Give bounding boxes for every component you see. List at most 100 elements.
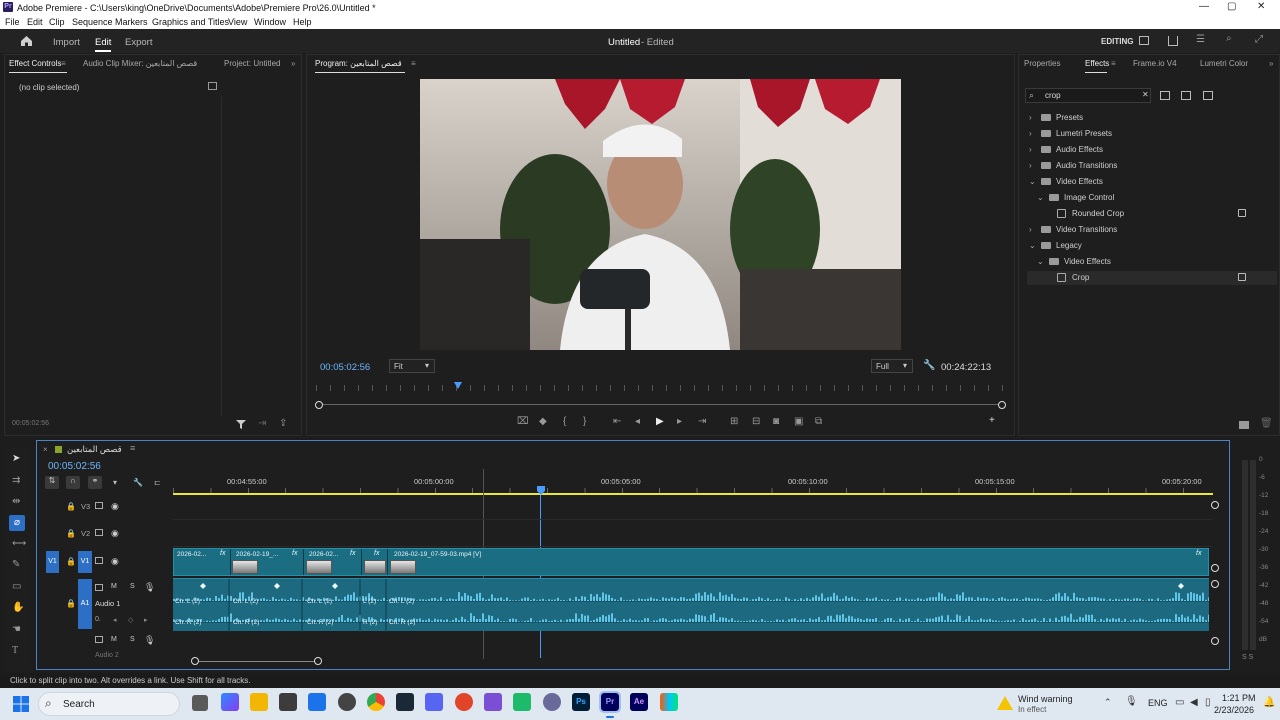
- track-a1-label[interactable]: A1: [78, 579, 92, 629]
- lift-icon[interactable]: ⌧: [517, 417, 529, 427]
- video-clip-label[interactable]: 2026-02...: [177, 551, 206, 558]
- program-tab-label[interactable]: Program: قصص المتابعين: [315, 59, 402, 68]
- store-icon[interactable]: [279, 693, 297, 711]
- menu-edit[interactable]: Edit: [27, 17, 43, 27]
- menu-help[interactable]: Help: [293, 17, 312, 27]
- tab-lumetri[interactable]: Lumetri Color: [1200, 59, 1248, 68]
- chevron-right-icon[interactable]: ›: [1029, 225, 1032, 234]
- keyframe-marker[interactable]: [1178, 583, 1184, 589]
- sync-lock-icon[interactable]: [95, 529, 103, 536]
- previous-keyframe-icon[interactable]: ◂: [113, 616, 117, 624]
- file-explorer-icon[interactable]: [250, 693, 268, 711]
- lock-v3-icon[interactable]: 🔒: [66, 502, 76, 511]
- weather-subtitle[interactable]: In effect: [1018, 705, 1046, 714]
- selection-tool-icon[interactable]: ➤: [12, 454, 20, 464]
- zoom-select[interactable]: Fit ▾: [389, 359, 435, 373]
- slip-tool-icon[interactable]: ⟷: [12, 539, 26, 549]
- zoom-handle-left[interactable]: [315, 401, 323, 409]
- go-to-in-icon[interactable]: ⇤: [613, 417, 621, 427]
- video-track-v1-area[interactable]: 2026-02... fx 2026-02-19_... fx 2026-02.…: [173, 548, 1209, 576]
- ripple-edit-tool-icon[interactable]: ⇹: [12, 497, 20, 507]
- sync-lock-icon[interactable]: [95, 584, 103, 591]
- effects-tree-item[interactable]: ⌄ Video Effects: [1027, 175, 1277, 189]
- workspace-label[interactable]: EDITING: [1101, 37, 1133, 46]
- panel-overflow-icon[interactable]: »: [291, 59, 295, 68]
- yuv-filter-icon[interactable]: [1203, 91, 1213, 100]
- tab-properties[interactable]: Properties: [1024, 59, 1060, 68]
- effects-tree-item[interactable]: ⌄ Video Effects: [1027, 255, 1277, 269]
- sequence-tab-label[interactable]: قصص المتابعين: [67, 444, 122, 455]
- eye-icon[interactable]: ◉: [111, 528, 119, 539]
- copilot-icon[interactable]: [221, 693, 239, 711]
- extract-icon[interactable]: ⊟: [752, 417, 760, 427]
- next-keyframe-icon[interactable]: ▸: [144, 616, 148, 624]
- tab-menu-icon[interactable]: ≡: [61, 59, 66, 68]
- microphone-icon[interactable]: 🎙: [144, 582, 155, 593]
- close-sequence-icon[interactable]: ×: [43, 445, 48, 454]
- tab-effects[interactable]: Effects: [1085, 59, 1109, 68]
- solo-a2-button[interactable]: S: [130, 636, 135, 643]
- lock-v2-icon[interactable]: 🔒: [66, 529, 76, 538]
- fullscreen-icon[interactable]: ⤢: [1255, 35, 1263, 45]
- search-icon[interactable]: ⌕: [1226, 34, 1232, 44]
- filter-icon[interactable]: [236, 419, 246, 429]
- play-only-icon[interactable]: ⇥: [258, 419, 266, 429]
- lock-a1-icon[interactable]: 🔒: [66, 599, 76, 608]
- keyframe-marker[interactable]: [332, 583, 338, 589]
- tab-frameio[interactable]: Frame.io V4: [1133, 59, 1177, 68]
- battery-icon[interactable]: ▯: [1205, 697, 1211, 708]
- type-tool-icon[interactable]: T: [12, 646, 18, 656]
- scroll-handle[interactable]: [1211, 580, 1219, 588]
- chevron-right-icon[interactable]: ›: [1029, 145, 1032, 154]
- close-button[interactable]: ✕: [1257, 1, 1265, 12]
- menu-markers[interactable]: Markers: [115, 17, 148, 27]
- effects-tree-item[interactable]: › Audio Effects: [1027, 143, 1277, 157]
- zoom-handle-right[interactable]: [998, 401, 1006, 409]
- steam-icon[interactable]: [396, 693, 414, 711]
- whatsapp-icon[interactable]: [513, 693, 531, 711]
- effects-tree-item[interactable]: › Video Transitions: [1027, 223, 1277, 237]
- 32bit-filter-icon[interactable]: [1181, 91, 1191, 100]
- add-marker-icon[interactable]: ◆: [539, 417, 547, 427]
- outlook-icon[interactable]: [308, 693, 326, 711]
- volume-readout[interactable]: 0.: [95, 616, 101, 623]
- lock-v1-icon[interactable]: 🔒: [66, 557, 76, 566]
- track-v3-label[interactable]: V3: [81, 502, 90, 511]
- panel-overflow-icon[interactable]: »: [1269, 59, 1273, 68]
- solo-a1-button[interactable]: S: [130, 583, 135, 590]
- track-v1-label[interactable]: V1: [78, 551, 92, 573]
- menu-icon[interactable]: ☰: [1196, 35, 1205, 45]
- rectangle-tool-icon[interactable]: ▭: [12, 582, 21, 592]
- chevron-down-icon[interactable]: ⌄: [1029, 241, 1036, 250]
- volume-icon[interactable]: ◀: [1190, 697, 1198, 708]
- go-to-out-icon[interactable]: ⇥: [698, 417, 706, 427]
- weather-title[interactable]: Wind warning: [1018, 694, 1073, 704]
- photoshop-icon[interactable]: Ps: [572, 693, 590, 711]
- timeline-settings-icon[interactable]: 🔧: [133, 478, 143, 487]
- effects-tree-item[interactable]: › Audio Transitions: [1027, 159, 1277, 173]
- video-clip-label[interactable]: 2026-02-19_...: [236, 551, 278, 558]
- effects-tree-item[interactable]: Rounded Crop: [1027, 207, 1277, 221]
- source-patch-v1[interactable]: V1: [46, 551, 59, 573]
- new-bin-icon[interactable]: [1239, 421, 1249, 429]
- camera-icon[interactable]: ◙: [773, 417, 779, 427]
- mark-in-icon[interactable]: {: [563, 417, 566, 427]
- effects-search-input[interactable]: ⌕ crop ✕: [1025, 88, 1151, 103]
- tab-effect-controls[interactable]: Effect Controls: [9, 59, 61, 68]
- capture-icon[interactable]: [455, 693, 473, 711]
- network-icon[interactable]: ▭: [1175, 697, 1184, 708]
- app-icon[interactable]: [543, 693, 561, 711]
- nest-toggle-icon[interactable]: ⇅: [45, 476, 59, 489]
- menu-file[interactable]: File: [5, 17, 20, 27]
- solo-meters[interactable]: S S: [1242, 654, 1253, 661]
- zoom-scrollbar-track[interactable]: [316, 404, 1004, 405]
- import-tab[interactable]: Import: [53, 37, 80, 48]
- mute-a1-button[interactable]: M: [111, 583, 117, 590]
- track-v2-label[interactable]: V2: [81, 529, 90, 538]
- chrome-icon[interactable]: [367, 693, 385, 711]
- sync-lock-icon[interactable]: [95, 502, 103, 509]
- windows-start-icon[interactable]: [13, 696, 29, 712]
- clear-search-icon[interactable]: ✕: [1142, 90, 1149, 99]
- minimize-button[interactable]: —: [1199, 1, 1209, 12]
- add-keyframe-icon[interactable]: ◇: [128, 616, 133, 624]
